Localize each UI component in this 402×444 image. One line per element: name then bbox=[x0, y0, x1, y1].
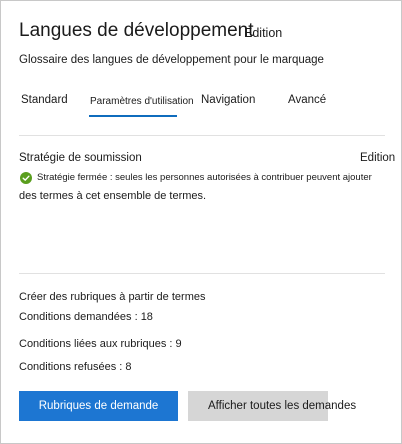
tab-usage-settings[interactable]: Paramètres d'utilisation bbox=[90, 96, 194, 107]
tab-navigation[interactable]: Navigation bbox=[201, 94, 255, 106]
view-all-requests-label: Afficher toutes les demandes bbox=[208, 400, 357, 412]
tab-advanced[interactable]: Avancé bbox=[288, 94, 326, 106]
edit-title-link[interactable]: Edition bbox=[244, 26, 282, 40]
divider bbox=[19, 135, 385, 136]
refused-terms-count: Conditions refusées : 8 bbox=[19, 361, 132, 373]
linked-terms-count: Conditions liées aux rubriques : 9 bbox=[19, 338, 182, 350]
tab-standard[interactable]: Standard bbox=[21, 94, 68, 106]
settings-panel: Langues de développement Edition Glossai… bbox=[0, 0, 402, 444]
request-topics-button[interactable]: Rubriques de demande bbox=[19, 391, 178, 421]
policy-description-line1: Stratégie fermée : seules les personnes … bbox=[37, 172, 372, 183]
checkmark-circle-icon bbox=[20, 172, 32, 184]
view-all-requests-button[interactable]: Afficher toutes les demandes bbox=[188, 391, 356, 421]
stats-heading: Créer des rubriques à partir de termes bbox=[19, 291, 206, 303]
edit-submission-link[interactable]: Edition bbox=[360, 152, 395, 164]
requested-terms-count: Conditions demandées : 18 bbox=[19, 311, 153, 323]
divider bbox=[19, 273, 385, 274]
active-tab-indicator bbox=[89, 115, 177, 117]
page-subtitle: Glossaire des langues de développement p… bbox=[19, 54, 324, 66]
page-title: Langues de développement bbox=[19, 20, 254, 41]
submission-policy-title: Stratégie de soumission bbox=[19, 152, 142, 164]
policy-description-line2: des termes à cet ensemble de termes. bbox=[19, 190, 207, 202]
